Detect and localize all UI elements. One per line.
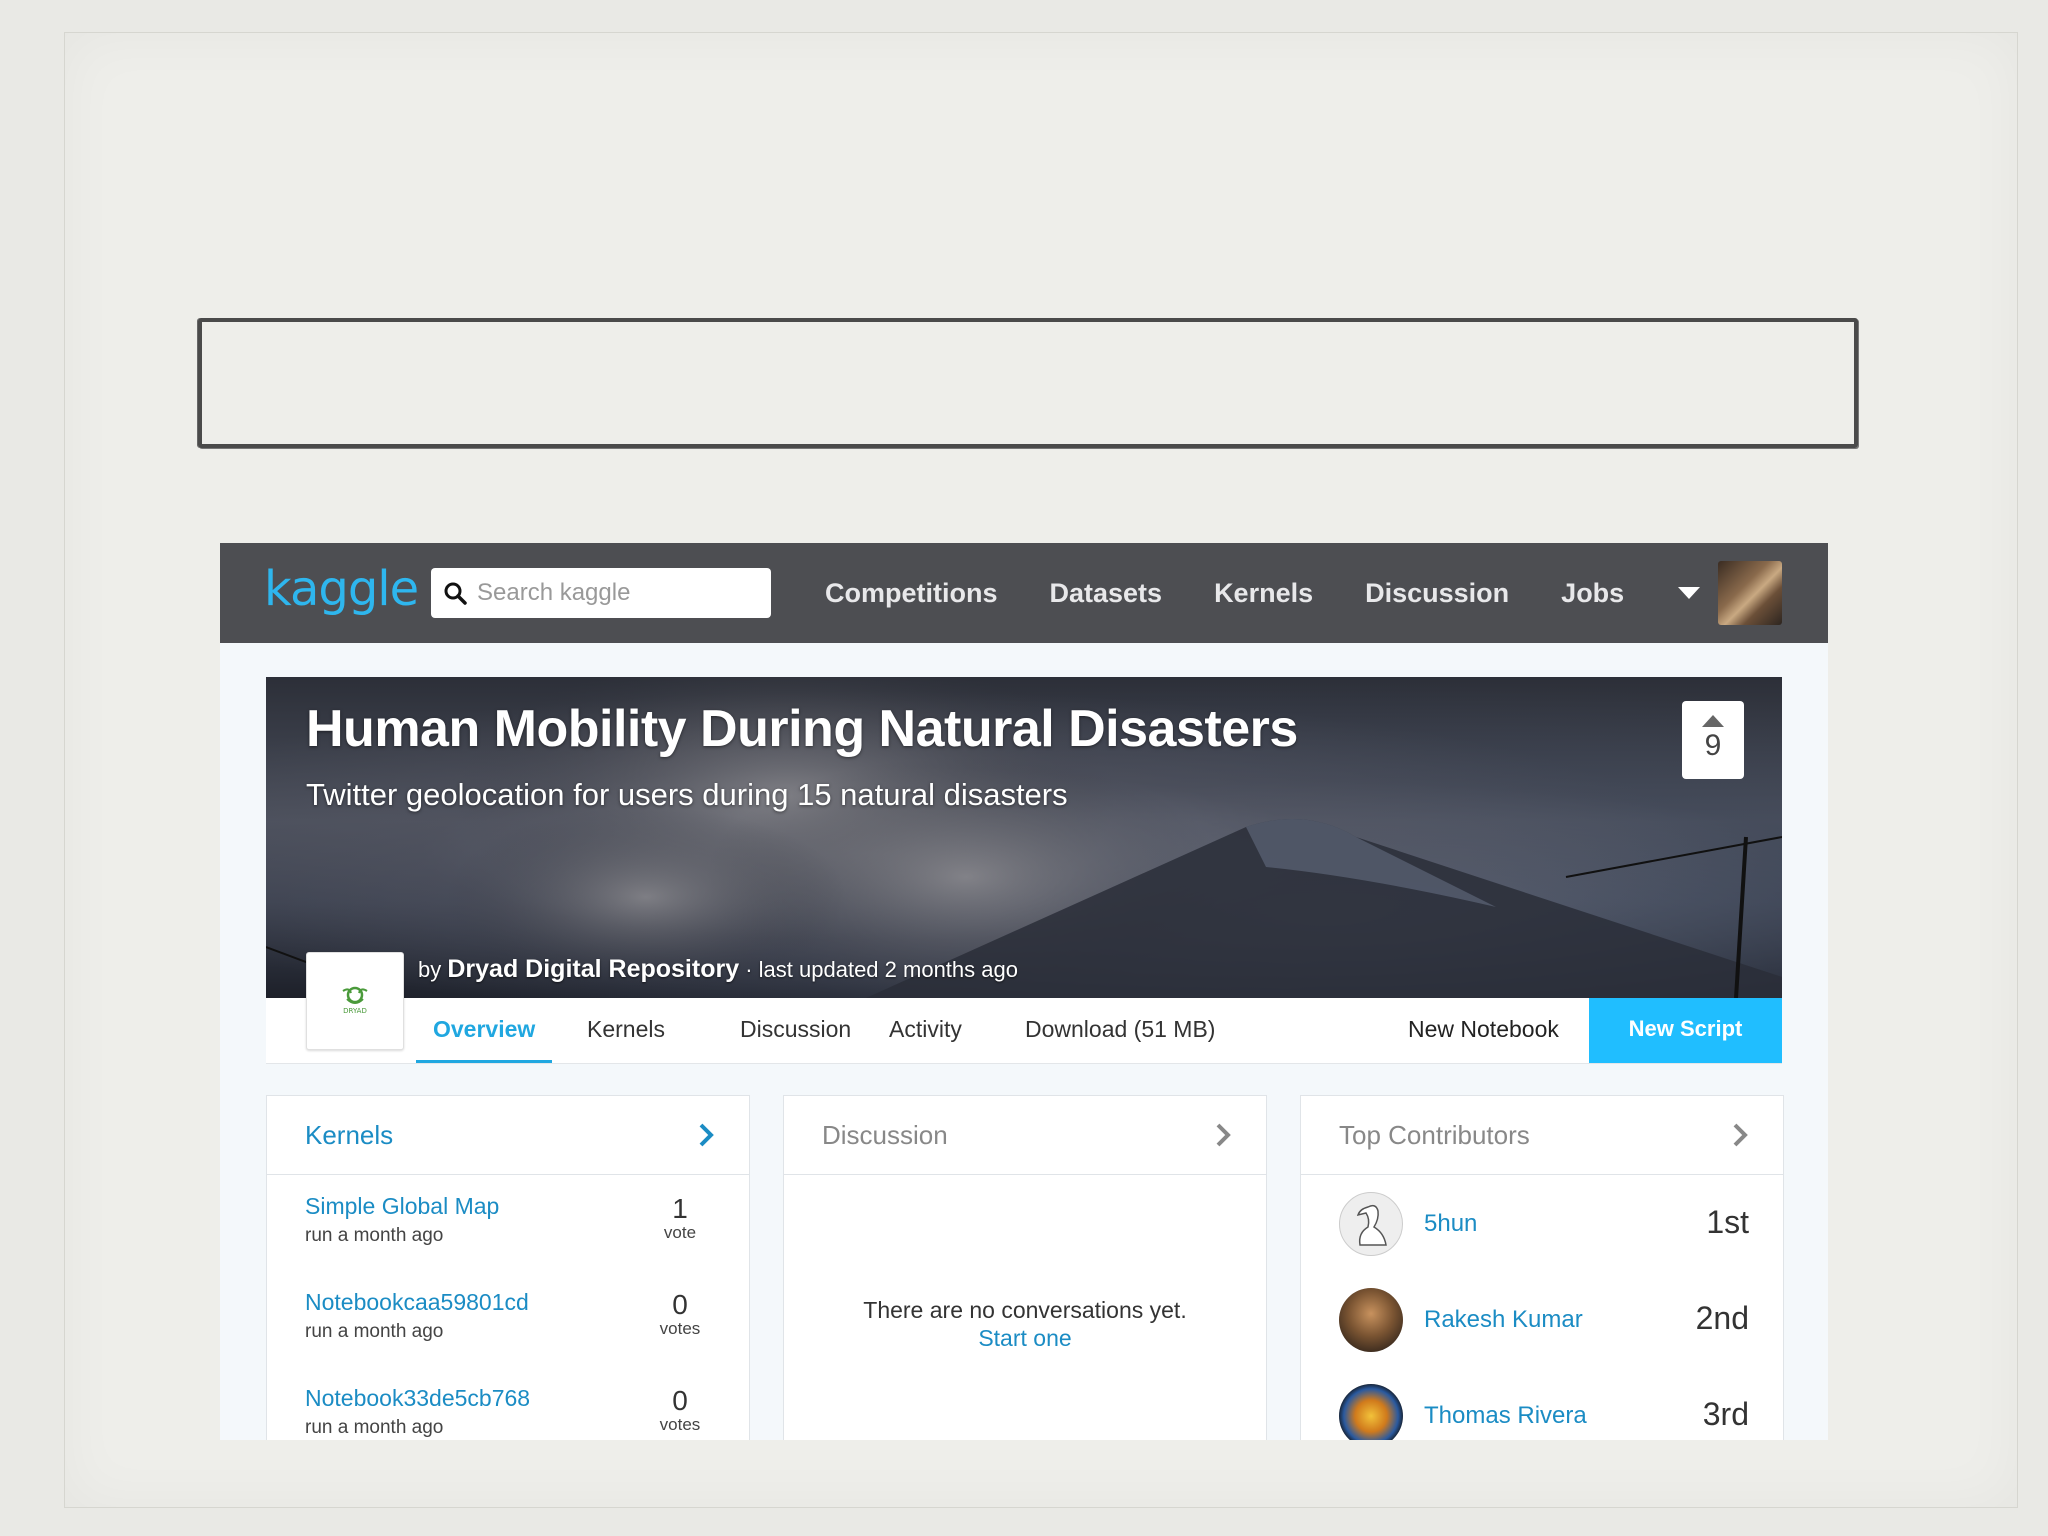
nav-jobs[interactable]: Jobs	[1561, 578, 1624, 609]
sketch-placeholder-box	[198, 318, 1858, 448]
kernel-vote-label: votes	[659, 1319, 701, 1338]
new-notebook-button[interactable]: New Notebook	[1408, 998, 1559, 1063]
kaggle-logo[interactable]: kaggle	[264, 561, 419, 617]
empty-message: There are no conversations yet.	[863, 1297, 1187, 1323]
kernels-card-title: Kernels	[305, 1120, 394, 1150]
kernel-item: Simple Global Map run a month ago 1 vote	[305, 1193, 715, 1283]
owner-link[interactable]: Dryad Digital Repository	[447, 955, 739, 983]
new-script-button[interactable]: New Script	[1589, 998, 1782, 1063]
top-navigation-bar: kaggle Competitions Datasets Kernels Dis…	[220, 543, 1828, 643]
dataset-subtitle: Twitter geolocation for users during 15 …	[306, 777, 1068, 812]
contributor-row: 5hun 1st	[1339, 1192, 1749, 1260]
contributor-row: Thomas Rivera 3rd	[1339, 1384, 1749, 1440]
kernel-vote-count: 0	[672, 1385, 688, 1416]
contributors-card-header[interactable]: Top Contributors	[1301, 1096, 1783, 1175]
discussion-card-header[interactable]: Discussion	[784, 1096, 1266, 1175]
kernel-vote-count: 0	[672, 1289, 688, 1320]
contributor-name[interactable]: Thomas Rivera	[1424, 1402, 1587, 1430]
dryad-logo-icon: DRYAD	[342, 986, 368, 1015]
kernel-name[interactable]: Simple Global Map	[305, 1193, 499, 1220]
contributors-card-title: Top Contributors	[1339, 1120, 1530, 1150]
contributor-avatar[interactable]	[1339, 1192, 1403, 1256]
kaggle-page-screenshot: kaggle Competitions Datasets Kernels Dis…	[220, 543, 1828, 1440]
search-box[interactable]	[431, 568, 771, 618]
tab-discussion[interactable]: Discussion	[740, 998, 851, 1063]
upvote-button[interactable]: 9	[1682, 701, 1744, 779]
user-avatar[interactable]	[1718, 561, 1782, 625]
nav-discussion[interactable]: Discussion	[1365, 578, 1509, 609]
kernel-name[interactable]: Notebook33de5cb768	[305, 1385, 530, 1412]
dataset-banner: Human Mobility During Natural Disasters …	[266, 677, 1782, 998]
discussion-card: Discussion There are no conversations ye…	[783, 1095, 1267, 1440]
chevron-right-icon[interactable]	[1214, 1122, 1232, 1148]
discussion-empty-state: There are no conversations yet. Start on…	[784, 1296, 1266, 1352]
tab-overview[interactable]: Overview	[416, 998, 553, 1063]
contributor-avatar[interactable]	[1339, 1384, 1403, 1440]
nav-kernels[interactable]: Kernels	[1214, 578, 1313, 609]
upvote-count: 9	[1704, 729, 1722, 762]
kernel-votes: 0 votes	[645, 1385, 715, 1435]
kernel-item: Notebookcaa59801cd run a month ago 0 vot…	[305, 1289, 715, 1379]
tab-kernels[interactable]: Kernels	[587, 998, 665, 1063]
kernels-card: Kernels Simple Global Map run a month ag…	[266, 1095, 750, 1440]
main-nav: Competitions Datasets Kernels Discussion…	[825, 543, 1676, 643]
contributor-name[interactable]: Rakesh Kumar	[1424, 1306, 1583, 1334]
dryad-logo-text: DRYAD	[343, 1007, 367, 1015]
contributor-avatar[interactable]	[1339, 1288, 1403, 1352]
top-contributors-card: Top Contributors 5hun 1st Rakesh Kumar 2…	[1300, 1095, 1784, 1440]
search-input[interactable]	[475, 578, 759, 608]
kernel-item: Notebook33de5cb768 run a month ago 0 vot…	[305, 1385, 715, 1440]
nav-datasets[interactable]: Datasets	[1050, 578, 1163, 609]
goose-avatar-icon	[1356, 1204, 1387, 1246]
upvote-arrow-icon	[1702, 715, 1724, 727]
discussion-card-title: Discussion	[822, 1120, 948, 1150]
last-updated: · last updated 2 months ago	[745, 957, 1018, 982]
tab-activity[interactable]: Activity	[889, 998, 962, 1063]
contributor-rank: 3rd	[1702, 1396, 1749, 1432]
kernel-votes: 0 votes	[645, 1289, 715, 1339]
start-discussion-link[interactable]: Start one	[784, 1324, 1266, 1352]
contributor-row: Rakesh Kumar 2nd	[1339, 1288, 1749, 1356]
owner-logo[interactable]: DRYAD	[306, 952, 404, 1050]
kernel-vote-count: 1	[672, 1193, 688, 1224]
kernel-meta: run a month ago	[305, 1321, 444, 1342]
search-icon	[444, 582, 467, 605]
tab-download[interactable]: Download (51 MB)	[1025, 998, 1215, 1063]
kernel-votes: 1 vote	[645, 1193, 715, 1243]
contributor-name[interactable]: 5hun	[1424, 1210, 1477, 1238]
dataset-tabs: DRYAD Overview Kernels Discussion Activi…	[266, 952, 1782, 1064]
chevron-right-icon[interactable]	[1731, 1122, 1749, 1148]
contributor-rank: 1st	[1706, 1204, 1749, 1240]
kernels-card-header[interactable]: Kernels	[267, 1096, 749, 1175]
contributor-rank: 2nd	[1695, 1300, 1749, 1336]
kernel-meta: run a month ago	[305, 1225, 444, 1246]
kernel-meta: run a month ago	[305, 1417, 444, 1438]
kernel-vote-label: vote	[663, 1223, 697, 1242]
chevron-right-icon[interactable]	[697, 1122, 715, 1148]
dataset-title: Human Mobility During Natural Disasters	[306, 700, 1298, 758]
kernel-vote-label: votes	[659, 1415, 701, 1434]
kernel-name[interactable]: Notebookcaa59801cd	[305, 1289, 529, 1316]
caret-down-icon[interactable]	[1678, 587, 1700, 599]
dataset-byline: by Dryad Digital Repository · last updat…	[418, 955, 1018, 984]
byline-prefix: by	[418, 957, 442, 982]
nav-competitions[interactable]: Competitions	[825, 578, 998, 609]
